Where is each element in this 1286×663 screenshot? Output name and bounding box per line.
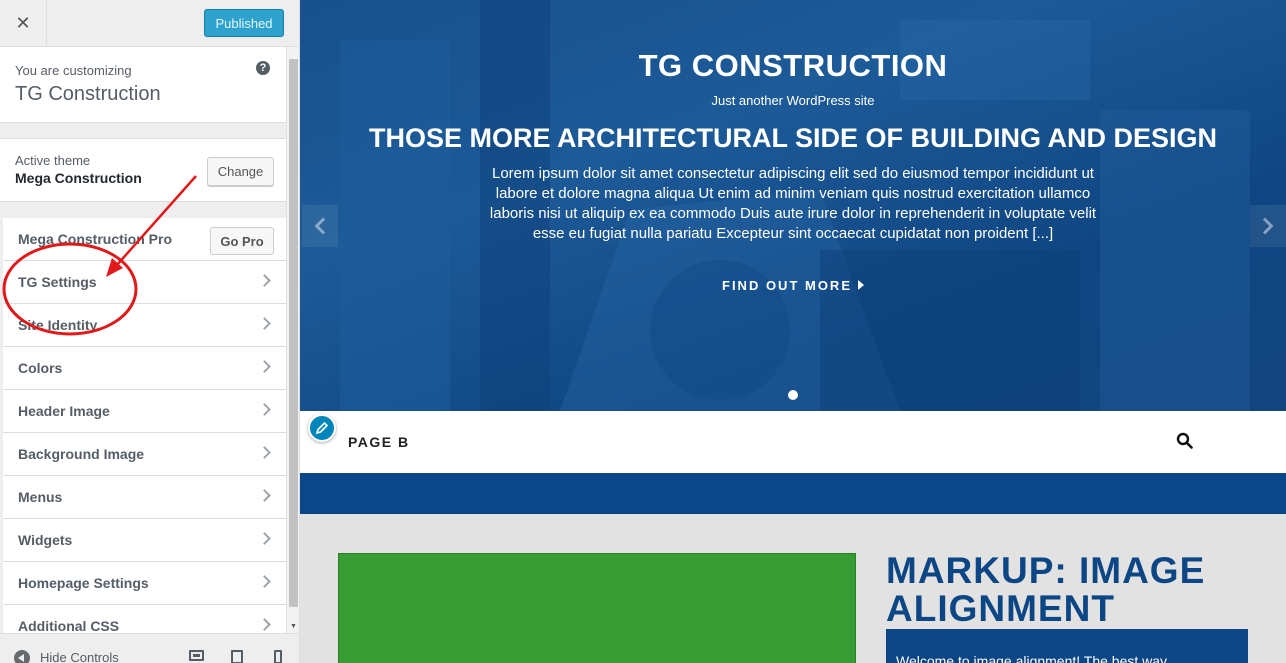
site-name: TG Construction bbox=[15, 83, 161, 105]
panel-homepage-settings[interactable]: Homepage Settings bbox=[3, 562, 286, 605]
panel-label: Colors bbox=[18, 360, 63, 376]
active-theme-label: Active theme bbox=[15, 153, 91, 168]
collapse-icon[interactable] bbox=[14, 650, 30, 663]
slide-text: Lorem ipsum dolor sit amet consectetur a… bbox=[489, 165, 1097, 242]
panel-header-image[interactable]: Header Image bbox=[3, 390, 286, 433]
go-pro-button[interactable]: Go Pro bbox=[210, 227, 274, 255]
panel-label: Header Image bbox=[18, 403, 110, 419]
chevron-right-icon bbox=[258, 446, 271, 459]
post-excerpt-box: Welcome to image alignment! The best way bbox=[886, 629, 1248, 663]
sidebar-scrollbar[interactable]: ▼ bbox=[286, 47, 299, 633]
help-icon[interactable]: ? bbox=[256, 61, 270, 75]
chevron-right-icon bbox=[258, 489, 271, 502]
content-area: MARKUP: IMAGE ALIGNMENT Welcome to image… bbox=[300, 514, 1286, 663]
customizer-info: You are customizing TG Construction ? bbox=[0, 47, 286, 123]
post-excerpt: Welcome to image alignment! The best way bbox=[896, 653, 1168, 663]
chevron-right-icon bbox=[258, 618, 271, 631]
mobile-preview-icon[interactable] bbox=[274, 650, 282, 663]
panel-label: Site Identity bbox=[18, 317, 98, 333]
chevron-right-icon bbox=[258, 360, 271, 373]
post-title[interactable]: MARKUP: IMAGE ALIGNMENT bbox=[886, 552, 1266, 628]
search-icon[interactable] bbox=[1176, 432, 1193, 449]
hero-slider: TG CONSTRUCTION Just another WordPress s… bbox=[300, 0, 1286, 411]
nav-item-page-b[interactable]: PAGE B bbox=[348, 434, 410, 450]
panel-mega-construction-pro: Mega Construction Pro Go Pro bbox=[3, 218, 286, 261]
publish-button[interactable]: Published bbox=[204, 9, 284, 37]
chevron-right-icon bbox=[1256, 217, 1274, 235]
customizer-header: ✕ Published bbox=[0, 0, 299, 47]
desktop-preview-icon[interactable] bbox=[189, 650, 204, 661]
panel-background-image[interactable]: Background Image bbox=[3, 433, 286, 476]
panel-colors[interactable]: Colors bbox=[3, 347, 286, 390]
customizing-label: You are customizing bbox=[15, 63, 132, 78]
panel-label: Menus bbox=[18, 489, 63, 505]
caret-right-icon bbox=[858, 280, 864, 290]
chevron-right-icon bbox=[258, 532, 271, 545]
chevron-right-icon bbox=[258, 317, 271, 330]
close-icon[interactable]: ✕ bbox=[0, 0, 47, 46]
scroll-down-arrow-icon[interactable]: ▼ bbox=[290, 623, 297, 630]
find-out-more-label: FIND OUT MORE bbox=[722, 278, 852, 293]
pencil-icon bbox=[315, 421, 329, 435]
panel-widgets[interactable]: Widgets bbox=[3, 519, 286, 562]
panel-label: Homepage Settings bbox=[18, 575, 149, 591]
site-preview: TG CONSTRUCTION Just another WordPress s… bbox=[300, 0, 1286, 663]
edit-shortcut-pencil-icon[interactable] bbox=[308, 414, 336, 442]
slider-next-button[interactable] bbox=[1250, 205, 1286, 247]
customizer-panels-scroll: You are customizing TG Construction ? Ac… bbox=[0, 47, 286, 633]
site-tagline: Just another WordPress site bbox=[711, 93, 875, 108]
featured-image[interactable] bbox=[338, 553, 856, 663]
chevron-right-icon bbox=[258, 274, 271, 287]
site-title[interactable]: TG CONSTRUCTION bbox=[300, 48, 1286, 84]
panel-site-identity[interactable]: Site Identity bbox=[3, 304, 286, 347]
panel-label: TG Settings bbox=[18, 274, 97, 290]
active-theme-section: Active theme Mega Construction Change bbox=[0, 138, 286, 202]
site-navigation: PAGE B bbox=[300, 411, 1286, 473]
chevron-right-icon bbox=[258, 575, 271, 588]
customizer-footer: Hide Controls bbox=[0, 633, 299, 663]
panel-label: Background Image bbox=[18, 446, 145, 462]
tablet-preview-icon[interactable] bbox=[231, 650, 243, 663]
chevron-left-icon bbox=[314, 217, 332, 235]
slide-heading: THOSE MORE ARCHITECTURAL SIDE OF BUILDIN… bbox=[368, 123, 1218, 153]
change-theme-button[interactable]: Change bbox=[207, 157, 274, 186]
panel-list: Mega Construction Pro Go Pro TG Settings… bbox=[3, 218, 286, 633]
panel-label: Widgets bbox=[18, 532, 73, 548]
find-out-more-link[interactable]: FIND OUT MORE bbox=[300, 278, 1286, 293]
scrollbar-thumb[interactable] bbox=[289, 59, 298, 607]
slider-pagination-dot[interactable] bbox=[788, 390, 798, 400]
active-theme-name: Mega Construction bbox=[15, 170, 142, 186]
customizer-sidebar: ✕ Published You are customizing TG Const… bbox=[0, 0, 300, 663]
panel-label: Additional CSS bbox=[18, 618, 120, 633]
slider-prev-button[interactable] bbox=[302, 205, 338, 247]
panel-menus[interactable]: Menus bbox=[3, 476, 286, 519]
hide-controls-button[interactable]: Hide Controls bbox=[40, 650, 119, 663]
section-divider-strip bbox=[300, 473, 1286, 514]
panel-tg-settings[interactable]: TG Settings bbox=[3, 261, 286, 304]
panel-label: Mega Construction Pro bbox=[18, 231, 173, 247]
chevron-right-icon bbox=[258, 403, 271, 416]
panel-additional-css[interactable]: Additional CSS bbox=[3, 605, 286, 633]
